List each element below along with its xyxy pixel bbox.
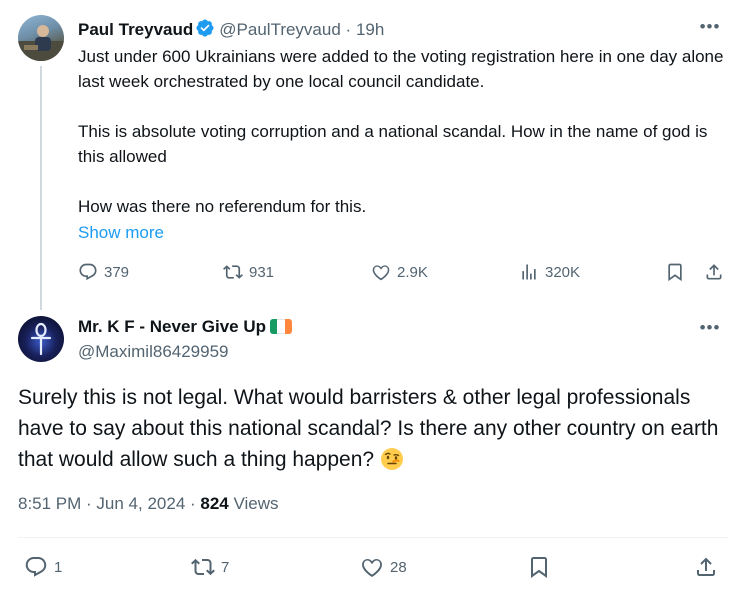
bookmark-button[interactable] xyxy=(527,554,551,580)
verified-badge-icon xyxy=(195,18,215,45)
like-count: 28 xyxy=(390,558,407,576)
bookmark-icon xyxy=(668,263,682,282)
repost-count: 931 xyxy=(249,263,275,281)
author-handle[interactable]: @PaulTreyvaud xyxy=(219,20,341,39)
share-button[interactable] xyxy=(694,554,718,580)
raised-eyebrow-emoji xyxy=(380,447,404,471)
author-handle[interactable]: @Maximil86429959 xyxy=(78,340,229,364)
ireland-flag-emoji xyxy=(270,319,292,334)
avatar[interactable] xyxy=(18,15,64,61)
views-count: 824 xyxy=(200,494,229,513)
like-count: 2.9K xyxy=(397,263,428,281)
share-icon xyxy=(706,264,722,280)
more-options-icon[interactable]: ••• xyxy=(698,319,722,341)
views-button[interactable]: 320K xyxy=(519,260,580,284)
repost-count: 7 xyxy=(221,558,230,576)
like-button[interactable]: 28 xyxy=(360,554,407,580)
reply-button[interactable]: 379 xyxy=(78,260,129,284)
repost-button[interactable]: 7 xyxy=(191,554,229,580)
views-label: Views xyxy=(228,494,279,513)
tweet-header: Paul Treyvaud @PaulTreyvaud · 19h xyxy=(78,18,726,42)
separator-dot: · xyxy=(345,20,352,39)
tweet-header: Mr. K F - Never Give Up xyxy=(78,315,292,339)
views-count: 320K xyxy=(545,263,581,281)
author-name[interactable]: Paul Treyvaud xyxy=(78,20,193,39)
tweet-paragraph: How was there no referendum for this. xyxy=(78,197,367,216)
like-button[interactable]: 2.9K xyxy=(371,260,428,284)
tweet-paragraph: Just under 600 Ukrainians were added to … xyxy=(78,47,724,91)
repost-icon xyxy=(191,558,215,576)
share-icon xyxy=(697,557,715,576)
show-more-link[interactable]: Show more xyxy=(78,221,164,245)
tweet-text: Just under 600 Ukrainians were added to … xyxy=(78,44,730,219)
tweet-time[interactable]: 19h xyxy=(356,20,384,39)
reply-count: 379 xyxy=(104,263,130,281)
reply-icon xyxy=(25,557,47,577)
reply-button[interactable]: 1 xyxy=(24,554,62,580)
tweet-paragraph: This is absolute voting corruption and a… xyxy=(78,122,708,166)
bookmark-button[interactable] xyxy=(665,260,685,284)
tweet-actions: 379 931 2.9K 320K xyxy=(78,260,730,284)
heart-icon xyxy=(372,265,390,281)
more-options-icon[interactable]: ••• xyxy=(698,18,722,40)
reply-count: 1 xyxy=(54,558,63,576)
repost-icon xyxy=(223,265,243,279)
tweet-paragraph: Surely this is not legal. What would bar… xyxy=(18,386,719,471)
tweet-text: Surely this is not legal. What would bar… xyxy=(18,382,730,475)
repost-button[interactable]: 931 xyxy=(223,260,274,284)
tweet-meta: 8:51 PM · Jun 4, 2024 · 824 Views xyxy=(18,492,279,516)
bookmark-icon xyxy=(531,557,547,578)
views-bar-chart-icon xyxy=(522,264,536,280)
tweet-timestamp[interactable]: 8:51 PM · Jun 4, 2024 · xyxy=(18,494,200,513)
author-name[interactable]: Mr. K F - Never Give Up xyxy=(78,317,266,336)
avatar[interactable] xyxy=(18,316,64,362)
share-button[interactable] xyxy=(704,260,724,284)
thread-connector-line xyxy=(40,66,42,310)
tweet-actions: 1 7 28 xyxy=(18,554,728,580)
heart-icon xyxy=(362,559,382,578)
divider xyxy=(18,537,728,538)
reply-icon xyxy=(79,263,97,281)
